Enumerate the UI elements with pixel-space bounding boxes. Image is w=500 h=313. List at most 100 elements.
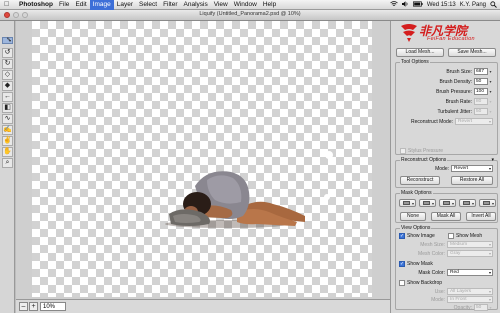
mask-all-button[interactable]: Mask All <box>431 212 461 221</box>
menu-select[interactable]: Select <box>136 0 160 10</box>
volume-icon[interactable] <box>401 1 409 9</box>
save-mesh-button[interactable]: Save Mesh... <box>448 48 496 57</box>
brush-pressure-input[interactable]: 100 <box>474 88 488 95</box>
forward-warp-tool-icon[interactable]: ✎ <box>2 37 13 44</box>
show-mesh-checkbox[interactable]: Show Mesh <box>448 232 482 239</box>
load-mesh-button[interactable]: Load Mesh... <box>396 48 444 57</box>
menu-bar:  Photoshop File Edit Image Layer Select… <box>0 0 500 10</box>
mesh-color-select[interactable]: Gray <box>447 250 493 257</box>
brush-pressure-arrow-icon[interactable]: ▾ <box>488 88 493 95</box>
show-image-checkbox[interactable]: ✓ Show Image <box>399 232 435 239</box>
thaw-mask-tool-icon[interactable]: ✌ <box>2 136 13 146</box>
menu-extras: Wed 15:13 K.Y. Pang <box>386 0 497 10</box>
reconstruct-mode-row: Reconstruct Mode: Revert <box>411 118 493 125</box>
user-name[interactable]: K.Y. Pang <box>460 2 486 8</box>
reconstruct-options-mode-select[interactable]: Revert <box>451 165 493 172</box>
brush-size-arrow-icon[interactable]: ▾ <box>488 68 493 75</box>
menu-analysis[interactable]: Analysis <box>181 0 211 10</box>
reconstruct-options-collapse-icon[interactable]: ▾ <box>491 157 494 163</box>
mesh-size-label: Mesh Size: <box>420 241 445 248</box>
bloat-tool-icon[interactable]: ◆ <box>2 81 13 91</box>
reconstruct-mode-label-2: Mode: <box>435 165 449 172</box>
reconstruct-mode-label: Reconstruct Mode: <box>411 118 453 125</box>
restore-all-button[interactable]: Restore All <box>451 176 493 185</box>
mask-none-button[interactable]: None <box>400 212 426 221</box>
brush-size-input[interactable]: 687 <box>474 68 488 75</box>
logo-sub-text: FeiFan Education <box>427 36 475 42</box>
show-backdrop-checkbox[interactable]: Show Backdrop <box>399 279 442 286</box>
battery-icon[interactable] <box>412 1 423 9</box>
backdrop-use-label: Use: <box>434 288 445 295</box>
brush-density-label: Brush Density: <box>439 78 472 85</box>
menu-edit[interactable]: Edit <box>72 0 89 10</box>
zoom-bar: – + 10% <box>16 299 390 313</box>
zoom-in-button[interactable]: + <box>29 302 38 311</box>
stylus-pressure-checkbox[interactable]: Stylus Pressure <box>400 147 443 154</box>
canvas[interactable] <box>32 21 372 297</box>
backdrop-use-select[interactable]: All Layers <box>447 288 493 295</box>
menu-image[interactable]: Image <box>89 0 114 10</box>
wifi-icon[interactable] <box>390 1 398 9</box>
search-icon[interactable] <box>490 0 497 10</box>
mask-color-select[interactable]: Red <box>447 269 493 276</box>
menu-help[interactable]: Help <box>260 0 279 10</box>
brush-pressure-row: Brush Pressure: 100 ▾ <box>436 88 493 95</box>
backdrop-opacity-input[interactable]: 50 <box>474 304 488 311</box>
menu-file[interactable]: File <box>56 0 72 10</box>
menu-layer[interactable]: Layer <box>114 0 136 10</box>
turbulence-tool-icon[interactable]: ∿ <box>2 114 13 124</box>
zoom-out-button[interactable]: – <box>19 302 28 311</box>
freeze-mask-tool-icon[interactable]: ✍ <box>2 125 13 135</box>
mask-add-icon[interactable]: ▾ <box>419 199 436 207</box>
mask-color-label: Mask Color: <box>418 269 445 276</box>
menu-app[interactable]: Photoshop <box>16 0 56 10</box>
brush-rate-arrow-icon[interactable]: ▾ <box>488 98 493 105</box>
show-backdrop-box[interactable] <box>399 279 405 286</box>
twirl-tool-icon[interactable]: ↻ <box>2 59 13 69</box>
backdrop-mode-select[interactable]: In Front <box>447 296 493 303</box>
preview-area[interactable]: 上海非凡进修学院|UI设计培训 <box>16 21 390 313</box>
brush-density-input[interactable]: 50 <box>474 78 488 85</box>
pucker-tool-icon[interactable]: ◇ <box>2 70 13 80</box>
reconstruct-button[interactable]: Reconstruct <box>400 176 440 185</box>
push-left-tool-icon[interactable]: ← <box>2 92 13 102</box>
mask-replace-icon[interactable]: ▾ <box>399 199 416 207</box>
zoom-level-select[interactable]: 10% <box>40 302 66 311</box>
reconstruct-options-group: Reconstruct Options ▾ Mode: Revert Recon… <box>395 157 498 188</box>
stylus-pressure-box[interactable] <box>400 147 406 154</box>
mask-intersect-icon[interactable]: ▾ <box>459 199 476 207</box>
reconstruct-mode-select[interactable]: Revert <box>455 118 493 125</box>
mask-subtract-icon[interactable]: ▾ <box>439 199 456 207</box>
reconstruct-options-title: Reconstruct Options <box>400 157 448 163</box>
backdrop-mode-label: Mode: <box>431 296 445 303</box>
show-image-box[interactable]: ✓ <box>399 232 405 239</box>
backdrop-opacity-arrow-icon[interactable]: ▾ <box>488 304 493 311</box>
backdrop-opacity-label: Opacity: <box>453 304 472 311</box>
apple-icon[interactable]:  <box>4 1 12 9</box>
white-blobs <box>324 151 334 200</box>
stylus-pressure-label: Stylus Pressure <box>408 147 444 154</box>
mirror-tool-icon[interactable]: ◧ <box>2 103 13 113</box>
turbulent-jitter-arrow-icon[interactable]: ▾ <box>488 108 493 115</box>
window-title-bar: Liquify (Untitled_Panorama2.psd @ 10%) <box>0 10 500 21</box>
menu-view[interactable]: View <box>211 0 231 10</box>
mesh-size-select[interactable]: Medium <box>447 241 493 248</box>
screen:  Photoshop File Edit Image Layer Select… <box>0 0 500 313</box>
turbulent-jitter-input[interactable]: 50 <box>474 108 488 115</box>
view-options-title: View Options <box>400 225 432 231</box>
mask-invert-icon[interactable]: ▾ <box>479 199 496 207</box>
menu-filter[interactable]: Filter <box>160 0 180 10</box>
show-mask-checkbox[interactable]: ✓ Show Mask <box>399 260 433 267</box>
hand-tool-icon[interactable]: ✋ <box>2 147 13 157</box>
show-mask-label: Show Mask <box>407 260 433 267</box>
invert-all-button[interactable]: Invert All <box>466 212 496 221</box>
clock[interactable]: Wed 15:13 <box>427 2 456 8</box>
brush-density-arrow-icon[interactable]: ▾ <box>488 78 493 85</box>
show-mesh-box[interactable] <box>448 232 454 239</box>
brush-rate-input[interactable]: 80 <box>474 98 488 105</box>
window-title: Liquify (Untitled_Panorama2.psd @ 10%) <box>199 11 301 17</box>
reconstruct-tool-icon[interactable]: ↺ <box>2 48 13 58</box>
menu-window[interactable]: Window <box>231 0 260 10</box>
zoom-tool-icon[interactable]: ⌕ <box>2 158 13 168</box>
show-mask-box[interactable]: ✓ <box>399 260 405 267</box>
